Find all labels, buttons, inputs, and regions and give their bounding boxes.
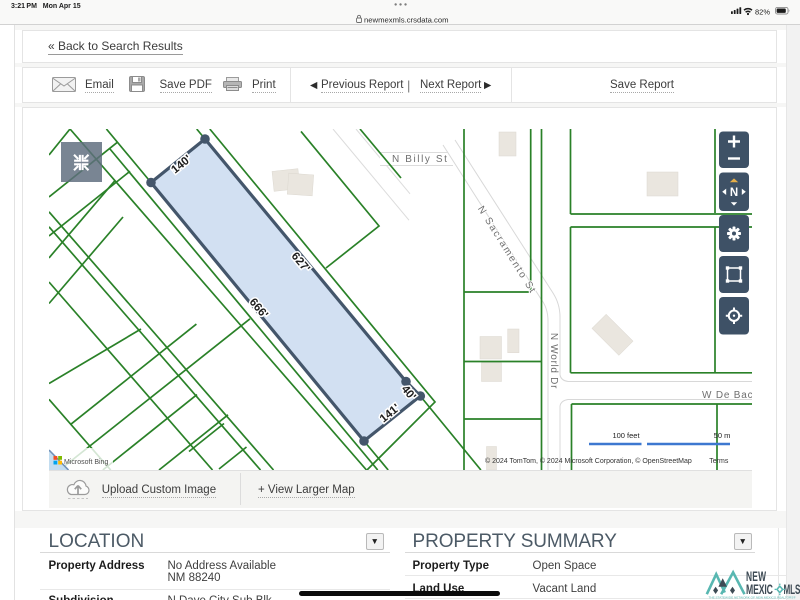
svg-text:newmexmls.crsdata.com: newmexmls.crsdata.com — [364, 15, 449, 24]
svg-text:N Billy St: N Billy St — [392, 154, 449, 165]
svg-text:W De Bac: W De Bac — [702, 390, 752, 401]
svg-text:N: N — [730, 187, 738, 199]
svg-text:THE STATEWIDE NETWORK OF NEW M: THE STATEWIDE NETWORK OF NEW MEXICO REAL… — [709, 595, 797, 599]
svg-text:N World Dr: N World Dr — [548, 333, 559, 389]
svg-text:© 2024 TomTom, © 2024 Microsof: © 2024 TomTom, © 2024 Microsoft Corporat… — [485, 457, 729, 465]
svg-text:82%: 82% — [755, 7, 770, 16]
svg-text:Microsoft Bing: Microsoft Bing — [64, 459, 108, 466]
svg-text:50 m: 50 m — [714, 431, 731, 440]
svg-text:100 feet: 100 feet — [612, 431, 640, 440]
